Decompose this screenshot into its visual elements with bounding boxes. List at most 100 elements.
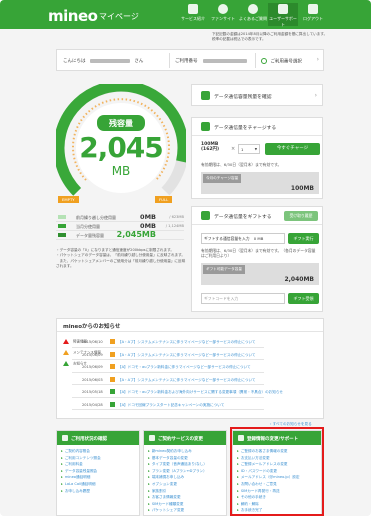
nav-fansite[interactable]: ファンサイト xyxy=(208,3,238,26)
menu-link[interactable]: ご利用コンテンツ照会 xyxy=(61,456,101,461)
legend-swatch xyxy=(58,215,66,219)
menu-link[interactable]: 家族割引 xyxy=(148,489,166,494)
gift-code-placeholder: ギフトコードを入力 xyxy=(204,296,239,301)
mineo-logo[interactable]: mineo xyxy=(48,7,98,25)
document-icon xyxy=(62,435,68,441)
gift-execute-button[interactable]: ギフト実行 xyxy=(288,233,319,244)
news-category-marker xyxy=(110,339,115,344)
multiply-icon: × xyxy=(231,146,236,152)
nav-faq-label: よくあるご質問 xyxy=(239,16,267,21)
charge-icon xyxy=(201,122,210,131)
gift-code-input[interactable]: ギフトコードを入力 xyxy=(201,293,285,304)
news-date: 2015/04/28 xyxy=(82,402,103,407)
switch-icon xyxy=(261,58,267,64)
legend-swatch xyxy=(58,233,66,237)
nav-logout[interactable]: ログアウト xyxy=(298,3,328,26)
menu-link[interactable]: パケットシェア変更 xyxy=(148,508,184,513)
legend-value: 0MB xyxy=(140,222,156,230)
chevron-down-icon: ▼ xyxy=(254,147,257,151)
full-tag: FULL xyxy=(155,196,173,203)
plan-number-label: ご利用番号 xyxy=(175,59,198,64)
menu-link[interactable]: データ容量残量照会 xyxy=(61,469,97,474)
news-date: 2015/06/09 xyxy=(82,352,103,357)
news-row[interactable]: 2015/06/09 【A】ドコモ・auプラン新料金に伴うマイページなど一部サービ… xyxy=(72,361,264,373)
gift-receive-button[interactable]: ギフト受領 xyxy=(288,293,319,304)
news-link[interactable]: 【A】ドコモ・auプラン新料金に伴うマイページなど一部サービスの停止について xyxy=(118,365,251,370)
remaining-value: 2,045 xyxy=(79,131,164,164)
news-row[interactable]: 2015/04/28 【A】ドコモ回線プランスタート記念キャンペーンの実施について xyxy=(72,399,264,410)
menu-link[interactable]: オプション変更 xyxy=(148,482,177,487)
gift-summary-value: 2,040MB xyxy=(284,276,314,283)
charge-summary: 今月のチャージ容量 100MB xyxy=(201,172,319,194)
menu-link[interactable]: mineo通話明細 xyxy=(61,475,91,480)
remaining-label: 残容量 xyxy=(109,119,133,128)
news-row[interactable]: 2015/06/03 【A・Aプ】システムメンテナンスに伴うマイページなど一部サー… xyxy=(72,374,264,385)
nav-support[interactable]: ユーザーサポート xyxy=(268,3,298,27)
charge-now-button[interactable]: 今すぐチャージ xyxy=(265,143,320,155)
gift-summary: ギフト可能データ容量 2,040MB xyxy=(201,263,319,285)
nav-logout-label: ログアウト xyxy=(303,16,323,21)
charge-now-label: 今すぐチャージ xyxy=(276,146,309,151)
menu-link[interactable]: タイプ変更（音声通話あり/なし） xyxy=(148,462,207,467)
divider xyxy=(255,53,256,68)
legend-swatch xyxy=(58,224,66,228)
charge-qty-value: 1 xyxy=(241,147,244,152)
panel-usage-check[interactable]: データ通信容量残量を確認 › xyxy=(191,84,323,106)
gift-note: 有効期限は、6/30日（翌月末）まで有効です。（各月のデータ容量はご利用日より） xyxy=(201,248,316,258)
box-service-change-title: ご契約サービスの変更 xyxy=(158,437,203,442)
chevron-right-icon: › xyxy=(316,56,319,63)
nav-service[interactable]: サービス紹介 xyxy=(178,3,208,26)
plan-select-link[interactable]: ご利用番号選択 xyxy=(261,58,302,65)
gift-history-button[interactable]: 受け取り履歴 xyxy=(284,211,318,221)
menu-link[interactable]: お客さま情報変更 xyxy=(148,495,181,500)
gift-amount-unit: MB xyxy=(257,236,264,241)
header-bar: mineo マイページ サービス紹介 ファンサイト よくあるご質問 ユーザーサポ… xyxy=(0,0,371,29)
legend-max: / 1,124MB xyxy=(165,224,184,228)
header-notes: 下記記載の金額は2014年8月以降のご利用金額を基に算出しています。 税率の記載… xyxy=(212,32,332,42)
box-usage-status: ご利用状況の確認 ご契約内容照会ご利用コンテンツ照会ご利用料金データ容量残量照会… xyxy=(56,430,140,516)
gift-amount-field[interactable]: ギフトする通信容量を入力 0 MB xyxy=(201,233,285,244)
charge-qty-select[interactable]: 1 ▼ xyxy=(238,144,260,154)
box-usage-status-head: ご利用状況の確認 xyxy=(57,431,139,445)
panel-gift-label: データ通信量をギフトする xyxy=(214,215,272,220)
news-link[interactable]: 【A・Aプ】システムメンテナンスに伴うマイページなど一部サービスの停止について xyxy=(118,378,256,383)
greeting-label: こんにちは xyxy=(63,59,86,64)
menu-link[interactable]: プラン変更（Aプラン↔Dプラン） xyxy=(148,469,207,474)
news-row[interactable]: 2015/06/10 【A・Aプ】システムメンテナンスに伴うマイページなど一部サー… xyxy=(72,336,264,348)
menu-link[interactable]: SIMカード種類変更 xyxy=(148,502,184,507)
legend-label: データ量残容量 xyxy=(76,233,104,238)
usage-legend: 前月繰り越し分使用量 0MB / 623MB 当月分使用量 0MB / 1,12… xyxy=(56,213,184,240)
news-row[interactable]: 2015/05/18 【A】ドコモ・auプラン新料金および海外向けサービスに関する… xyxy=(72,386,283,398)
news-link[interactable]: 【A】ドコモ回線プランスタート記念キャンペーンの実施について xyxy=(118,403,224,408)
usage-note: また、パケットシェアメンバーのご使用分は「前月繰り越し分使用量」に反映されます。 xyxy=(56,258,186,268)
panel-charge-title: データ通信量をチャージする xyxy=(192,118,322,136)
news-link[interactable]: 【A・Aプ】システムメンテナンスに伴うマイページなど一部サービスの停止について xyxy=(118,340,256,345)
news-category-marker xyxy=(110,389,115,394)
charge-plan-price: (162円) xyxy=(201,147,220,152)
note-line: 税率の記載は税込での表示です。 xyxy=(212,37,266,41)
news-date: 2015/06/09 xyxy=(82,365,103,369)
news-link[interactable]: 【A・Aプ】システムメンテナンスに伴うマイページなど一部サービスの停止について xyxy=(118,353,256,358)
news-category-marker xyxy=(110,364,115,369)
settings-icon xyxy=(149,435,155,441)
legend-value: 0MB xyxy=(140,213,156,221)
menu-link[interactable]: 基本データ容量の変更 xyxy=(148,456,188,461)
page-title: マイページ xyxy=(99,12,139,21)
greeting-suffix: さん xyxy=(134,59,144,64)
news-row[interactable]: 2015/06/09 【A・Aプ】システムメンテナンスに伴うマイページなど一部サー… xyxy=(72,349,264,360)
faq-icon xyxy=(248,4,258,14)
nav-faq[interactable]: よくあるご質問 xyxy=(238,3,268,26)
menu-link[interactable]: 新mineo契約お申し込み xyxy=(148,449,192,454)
news-title: mineoからのお知らせ xyxy=(63,324,121,330)
menu-link[interactable]: ご契約内容照会 xyxy=(61,449,90,454)
menu-link[interactable]: LaLa Call通話明細 xyxy=(61,482,96,487)
news-link[interactable]: 【A】ドコモ・auプラン新料金および海外向けサービスに関する変更事項（異常・不具… xyxy=(118,390,283,395)
legend-max: / 623MB xyxy=(169,215,184,219)
menu-link[interactable]: ご利用料金 xyxy=(61,462,83,467)
news-category-marker xyxy=(110,376,115,382)
menu-link[interactable]: お申し込み履歴 xyxy=(61,489,90,494)
menu-link[interactable]: 端末補償お申し込み xyxy=(148,475,184,480)
fansite-icon xyxy=(218,4,228,14)
plan-number: ご利用番号 xyxy=(175,58,247,64)
gift-history-label: 受け取り履歴 xyxy=(289,213,313,218)
